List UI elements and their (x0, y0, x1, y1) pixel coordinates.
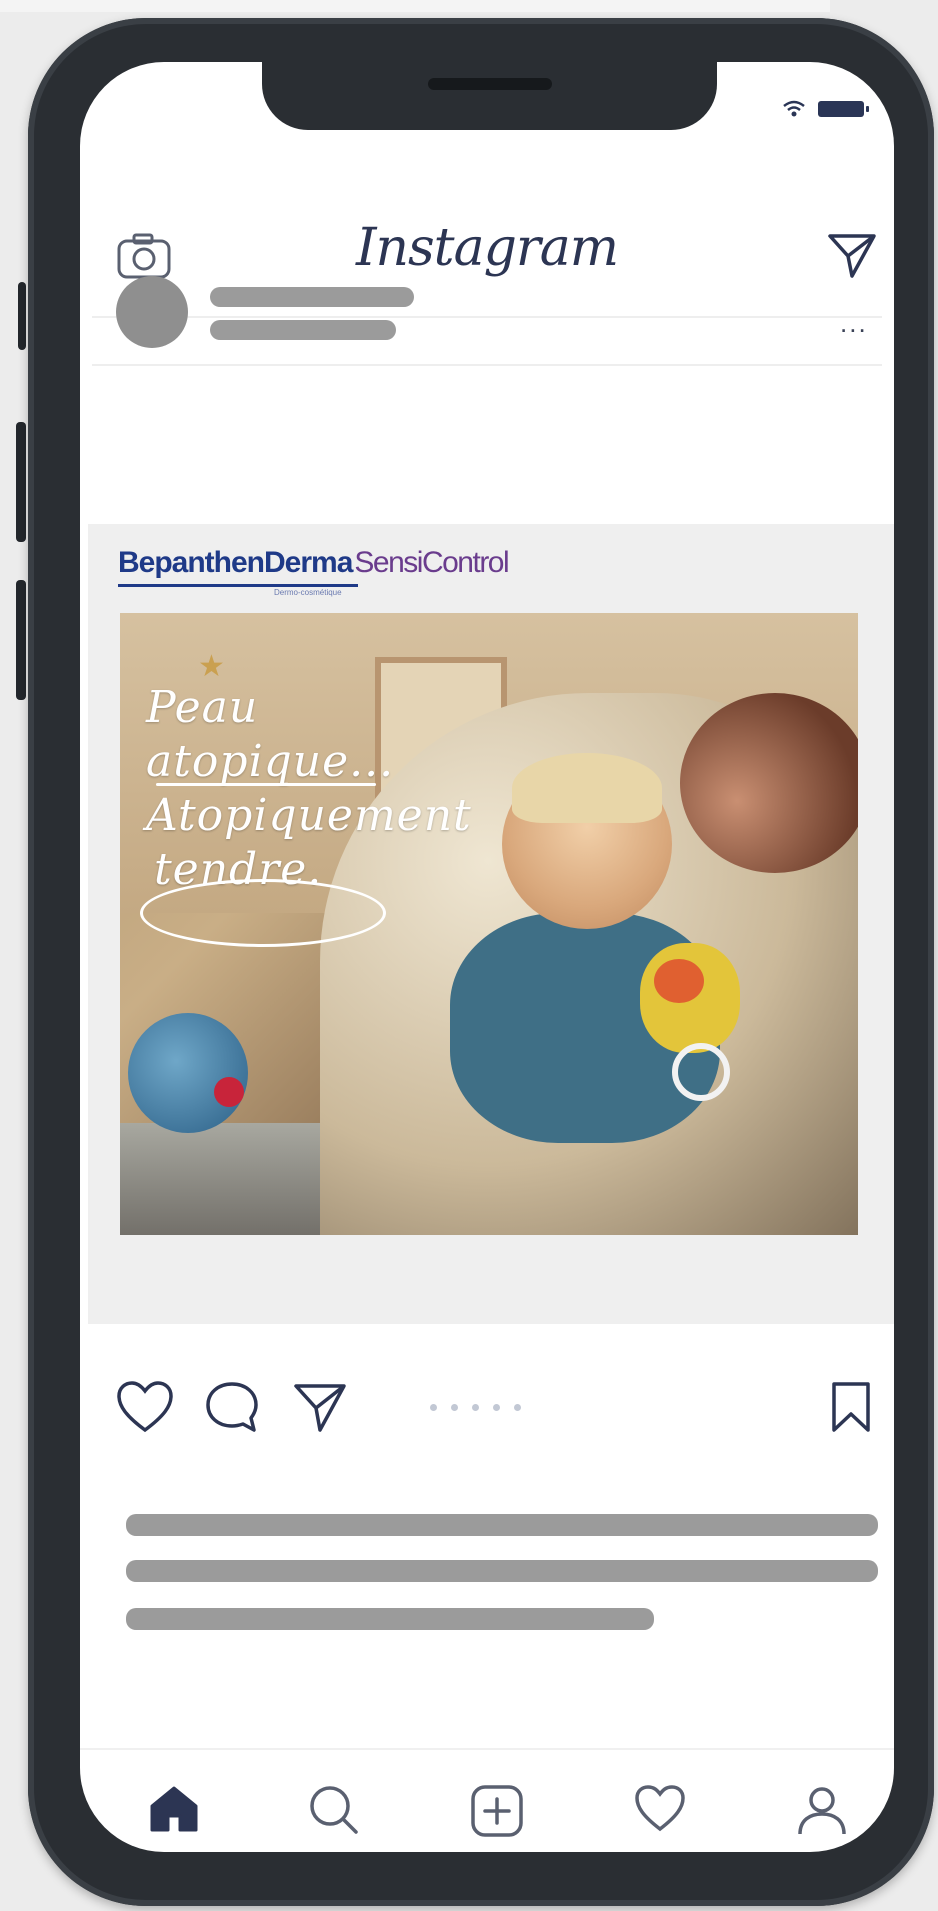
carousel-dot (472, 1404, 479, 1411)
baby-toy-detail (654, 959, 704, 1003)
headline-line: Peau (146, 682, 259, 733)
comments-placeholder (126, 1608, 654, 1630)
username-placeholder (210, 287, 414, 307)
battery-icon (818, 101, 869, 117)
phone-volume-up-button (16, 422, 26, 542)
bottom-navigation (80, 1748, 894, 1852)
home-icon[interactable] (148, 1784, 200, 1832)
brand-name: BepanthenDerma (118, 546, 353, 579)
share-icon[interactable] (292, 1380, 348, 1434)
ad-photo: ★ Peau atopique... Atopiquement tendre. (120, 613, 858, 1235)
headline-line: Atopiquement (146, 790, 472, 841)
activity-heart-icon[interactable] (634, 1784, 686, 1832)
status-bar (782, 100, 869, 118)
brand-logo: BepanthenDerma SensiControl (118, 546, 510, 580)
location-placeholder (210, 320, 396, 340)
search-icon[interactable] (308, 1784, 360, 1836)
app-title: Instagram (355, 218, 619, 278)
phone-side-button (18, 282, 26, 350)
notch (262, 62, 717, 130)
phone-volume-down-button (16, 580, 26, 700)
headline-circle (140, 879, 386, 947)
instagram-header: Instagram (80, 172, 894, 320)
toy-ball (128, 1013, 248, 1133)
brand-product-line: SensiControl (354, 546, 509, 579)
carousel-dot (493, 1404, 500, 1411)
phone-screen: Instagram ... BepanthenDerma SensiContro… (80, 62, 894, 1852)
ad-headline: Peau atopique... Atopiquement tendre. (146, 681, 506, 897)
profile-icon[interactable] (796, 1784, 848, 1836)
brand-tagline: Dermo-cosmétique (274, 588, 342, 597)
speaker-grille (428, 78, 552, 90)
direct-send-icon[interactable] (826, 230, 878, 280)
post-header-divider (92, 364, 882, 366)
carousel-dot (430, 1404, 437, 1411)
mother-head (680, 693, 858, 873)
likes-placeholder (126, 1514, 878, 1536)
header-divider (92, 316, 882, 318)
star-icon: ★ (198, 650, 225, 683)
background-strip (0, 0, 830, 12)
wifi-icon (783, 100, 805, 117)
caption-placeholder (126, 1560, 878, 1582)
avatar[interactable] (116, 276, 188, 348)
add-post-icon[interactable] (470, 1784, 524, 1838)
more-options-button[interactable]: ... (840, 310, 868, 336)
carousel-dot (451, 1404, 458, 1411)
sponsored-post-image[interactable]: BepanthenDerma SensiControl Dermo-cosmét… (88, 524, 894, 1324)
bookmark-icon[interactable] (830, 1380, 872, 1434)
headline-line: atopique... (146, 736, 395, 787)
brand-underline (118, 584, 358, 587)
comment-icon[interactable] (204, 1380, 260, 1434)
baby-hair (512, 753, 662, 823)
post-actions (80, 1380, 894, 1440)
heart-icon[interactable] (116, 1380, 174, 1434)
carousel-dot (514, 1404, 521, 1411)
toy-ball-spot (214, 1077, 244, 1107)
baby-toy-ring (672, 1043, 730, 1101)
headline-underline (156, 783, 376, 786)
carousel-indicator (430, 1404, 521, 1411)
